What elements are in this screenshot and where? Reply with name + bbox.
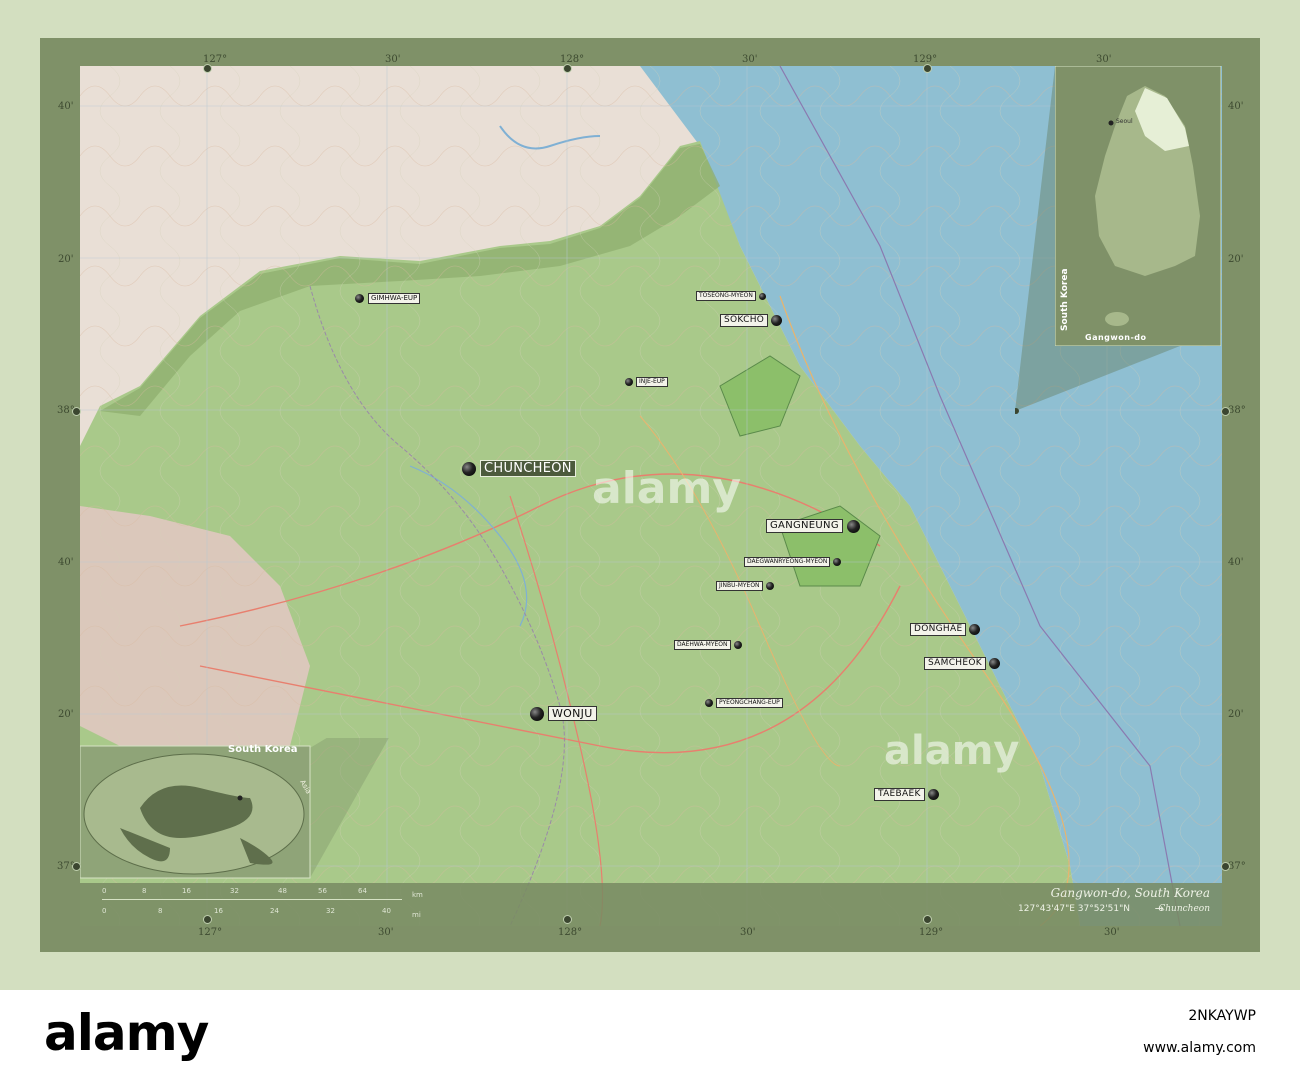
city-label: Daegwanryeong-myeon [744, 557, 831, 567]
scale-km-tick: 48 [278, 887, 287, 895]
watermark: alamy [592, 463, 741, 514]
city-label: Inje-eup [636, 377, 668, 387]
tick-top-3: 30' [742, 54, 758, 65]
city-label: Sokcho [720, 314, 769, 327]
city-chuncheon[interactable]: Chuncheon [462, 460, 576, 477]
tick-right-3: 40' [1228, 557, 1244, 568]
tick-right-4: 20' [1228, 709, 1244, 720]
tick-top-5: 30' [1096, 54, 1112, 65]
city-inje[interactable]: Inje-eup [625, 377, 668, 387]
city-sokcho[interactable]: Sokcho [720, 314, 783, 327]
city-daehwa[interactable]: Daehwa-myeon [674, 640, 742, 650]
city-pyeongchang[interactable]: Pyeongchang-eup [705, 698, 783, 708]
footer-url: www.alamy.com [1143, 1040, 1256, 1056]
tick-bottom-0: 127° [198, 927, 223, 938]
scale-km-tick: 16 [182, 887, 191, 895]
city-taebaek[interactable]: Taebaek [874, 788, 939, 801]
tick-left-3: 40' [58, 557, 74, 568]
region-name: Gangwon-do, South Korea [1050, 886, 1210, 900]
tick-right-5: 37° [1228, 861, 1246, 872]
city-jinbu[interactable]: Jinbu-myeon [716, 581, 774, 591]
scale-km-tick: 8 [142, 887, 147, 895]
tick-bottom-3: 30' [740, 927, 756, 938]
graticule-dot [563, 64, 572, 73]
city-label: Daehwa-myeon [674, 640, 731, 650]
graticule-dot [563, 915, 572, 924]
city-donghae[interactable]: Donghae [910, 623, 981, 636]
scale-mi-tick: 16 [214, 907, 223, 915]
tick-left-0: 40' [58, 101, 74, 112]
scale-km-tick: 64 [358, 887, 367, 895]
city-label: Gangneung [766, 519, 843, 533]
world-inset[interactable]: South Korea Asia [79, 718, 400, 879]
city-gimhwa[interactable]: Gimhwa-eup [355, 293, 421, 304]
city-wonju[interactable]: Wonju [530, 706, 597, 721]
city-label: Samcheok [924, 657, 986, 670]
tick-right-1: 20' [1228, 254, 1244, 265]
bottom-info-bar: Gangwon-do, South Korea 127°43'47"E 37°5… [80, 883, 1222, 926]
tick-bottom-1: 30' [378, 927, 394, 938]
scale-km-tick: 56 [318, 887, 327, 895]
scale-mi-tick: 24 [270, 907, 279, 915]
watermark: alamy [884, 728, 1020, 774]
city-label: Gimhwa-eup [368, 293, 421, 304]
city-toseong[interactable]: Toseong-myeon [696, 291, 766, 301]
scale-km-label: km [412, 891, 423, 899]
graticule-dot [1221, 862, 1230, 871]
scale-km-tick: 32 [230, 887, 239, 895]
tick-top-1: 30' [385, 54, 401, 65]
city-label: Chuncheon [480, 460, 576, 477]
tick-top-2: 128° [560, 54, 585, 65]
graticule-dot [203, 915, 212, 924]
city-label: Donghae [910, 623, 967, 636]
scale-mi-tick: 0 [102, 907, 107, 915]
graticule-dot [923, 64, 932, 73]
city-samcheok[interactable]: Samcheok [924, 657, 1000, 670]
tick-left-4: 20' [58, 709, 74, 720]
scale-km-tick: 0 [102, 887, 107, 895]
graticule-dot [1221, 407, 1230, 416]
scale-mi-label: mi [412, 911, 421, 919]
scale-mi-tick: 8 [158, 907, 163, 915]
tick-left-1: 20' [58, 254, 74, 265]
tick-bottom-5: 30' [1104, 927, 1120, 938]
graticule-dot [203, 64, 212, 73]
city-gangneung[interactable]: Gangneung [766, 519, 860, 533]
city-daegwallyeong[interactable]: Daegwanryeong-myeon [744, 557, 842, 567]
capital-name: Chuncheon [1158, 904, 1210, 914]
tick-right-0: 40' [1228, 101, 1244, 112]
coordinates: 127°43'47"E 37°52'51"N [1018, 904, 1130, 914]
graticule-dot [72, 862, 81, 871]
inset-pointer [1015, 66, 1180, 414]
graticule-dot [923, 915, 932, 924]
footer-image-id: 2NKAYWP [1188, 1008, 1256, 1024]
tick-right-2: 38° [1228, 405, 1246, 416]
world-inset-label: South Korea [228, 744, 298, 755]
city-label: Taebaek [874, 788, 925, 801]
tick-bottom-2: 128° [558, 927, 583, 938]
scale-bar: 0 8 16 32 48 56 64 km 0 8 16 24 32 40 mi [102, 885, 423, 923]
city-label: Jinbu-myeon [716, 581, 763, 591]
tick-bottom-4: 129° [919, 927, 944, 938]
scale-mi-tick: 32 [326, 907, 335, 915]
city-label: Pyeongchang-eup [716, 698, 783, 708]
footer-logo: alamy [44, 1004, 209, 1062]
city-label: Toseong-myeon [696, 291, 756, 301]
map-frame: South Korea Asia Seoul South Korea Gangw… [40, 38, 1260, 952]
city-label: Wonju [548, 706, 597, 721]
footer: alamy 2NKAYWP www.alamy.com [0, 990, 1300, 1084]
graticule-dot [72, 407, 81, 416]
scale-mi-tick: 40 [382, 907, 391, 915]
